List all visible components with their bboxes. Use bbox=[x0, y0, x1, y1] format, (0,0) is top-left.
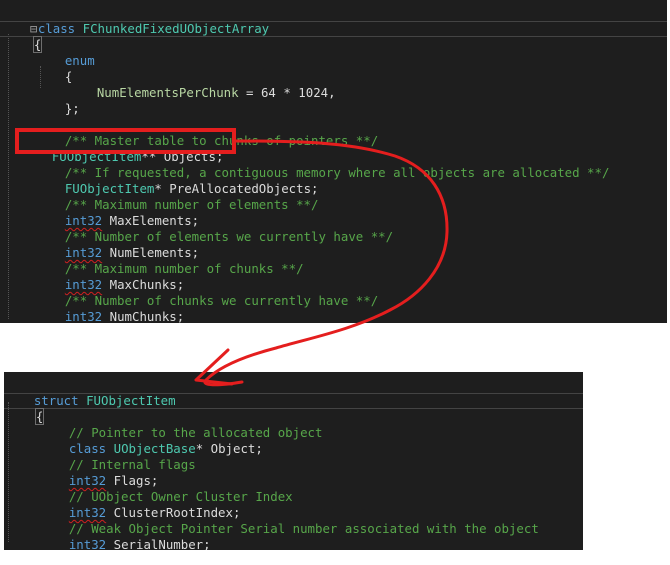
code-line-enum: enum bbox=[64, 53, 95, 68]
code-line-comment-serial: // Weak Object Pointer Serial number ass… bbox=[68, 521, 539, 536]
code-line-comment-object: // Pointer to the allocated object bbox=[68, 425, 323, 440]
code-line-comment-prealloc: /** If requested, a contiguous memory wh… bbox=[64, 165, 610, 180]
code-line-object: class UObjectBase* Object; bbox=[68, 441, 263, 456]
code-line-flags: int32 Flags; bbox=[68, 473, 159, 488]
code-line-comment-max-elements: /** Maximum number of elements **/ bbox=[64, 197, 319, 212]
code-line-comment-master: /** Master table to chunks of pointers *… bbox=[64, 133, 379, 148]
code-line-struct-open-brace: { bbox=[34, 408, 45, 425]
code-line-max-chunks: int32 MaxChunks; bbox=[64, 277, 185, 292]
code-line-comment-flags: // Internal flags bbox=[68, 457, 196, 472]
code-line-comment-num-elements: /** Number of elements we currently have… bbox=[64, 229, 394, 244]
code-line-prealloc: FUObjectItem* PreAllocatedObjects; bbox=[64, 181, 319, 196]
code-line-class-declaration: ⊟class FChunkedFixedUObjectArray bbox=[29, 21, 270, 36]
code-line-comment-max-chunks: /** Maximum number of chunks **/ bbox=[64, 261, 304, 276]
code-line-num-elements: int32 NumElements; bbox=[64, 245, 200, 260]
code-editor-top[interactable]: ⊟class FChunkedFixedUObjectArray { enum … bbox=[0, 0, 667, 323]
code-editor-bottom[interactable]: struct FUObjectItem { // Pointer to the … bbox=[4, 372, 583, 550]
code-line-struct-declaration: struct FUObjectItem bbox=[33, 393, 176, 408]
code-line-max-elements: int32 MaxElements; bbox=[64, 213, 200, 228]
code-line-objects: FUObjectItem** Objects; bbox=[51, 149, 224, 164]
code-line-open-brace: { bbox=[32, 36, 43, 53]
code-line-comment-num-chunks: /** Number of chunks we currently have *… bbox=[64, 293, 379, 308]
code-line-cluster: int32 ClusterRootIndex; bbox=[68, 505, 241, 520]
code-line-num-chunks: int32 NumChunks; bbox=[64, 309, 185, 323]
code-line-comment-cluster: // UObject Owner Cluster Index bbox=[68, 489, 293, 504]
code-line-enum-close: }; bbox=[64, 101, 80, 116]
code-line-enum-open: { bbox=[64, 69, 73, 84]
code-line-serial: int32 SerialNumber; bbox=[68, 537, 211, 550]
code-line-enum-member: NumElementsPerChunk = 64 * 1024, bbox=[96, 85, 336, 100]
